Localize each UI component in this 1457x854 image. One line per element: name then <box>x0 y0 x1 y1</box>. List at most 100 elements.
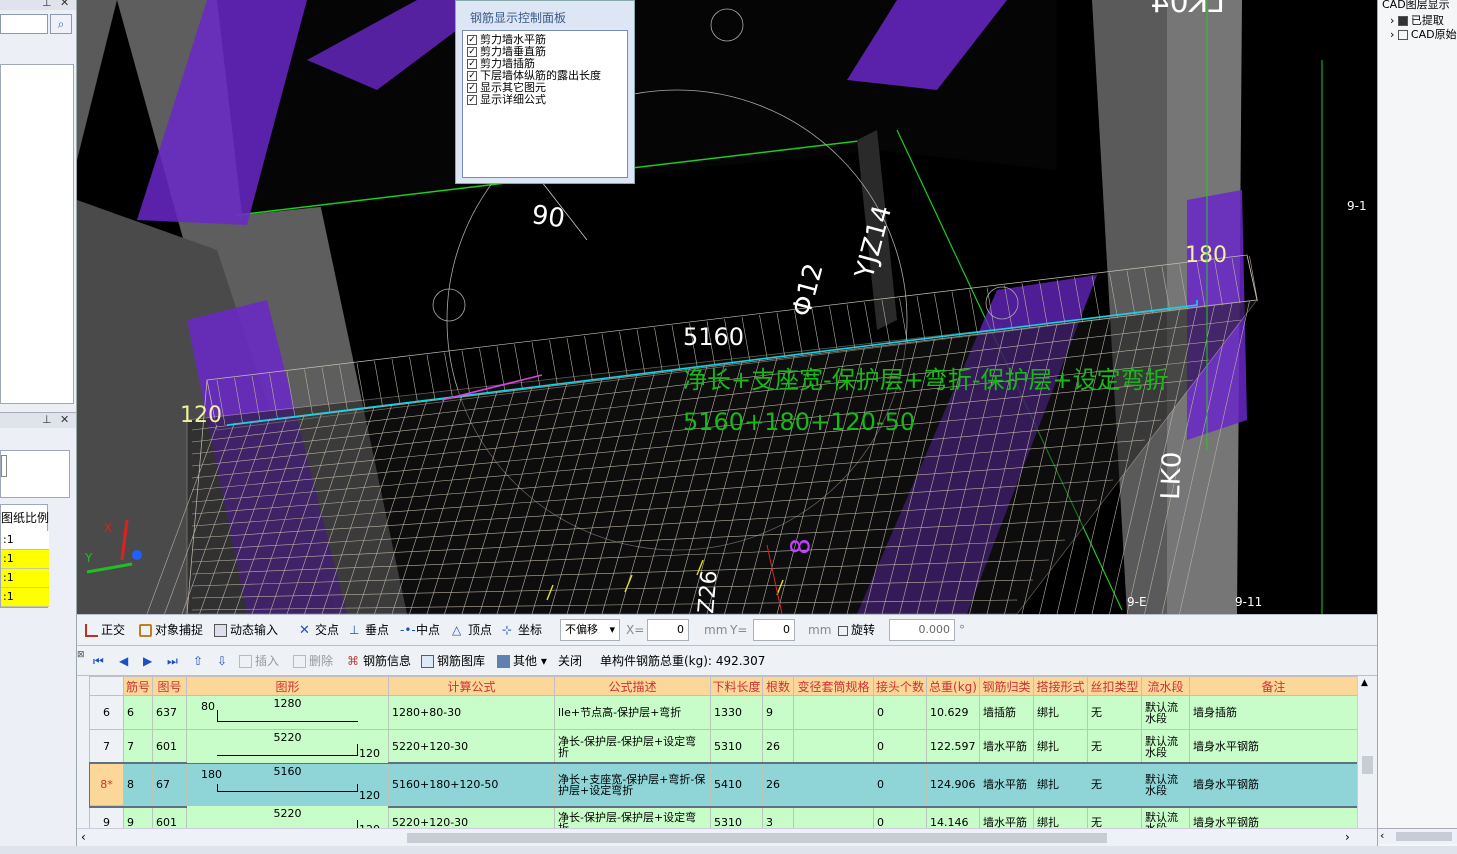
3d-viewport[interactable]: X Y 90 120 180 5160 净长+支座宽-保护层+弯折-保护层+设定… <box>77 0 1377 614</box>
scale-row[interactable]: :1 <box>1 531 49 550</box>
col-header[interactable]: 备注 <box>1189 676 1357 696</box>
move-up-icon[interactable]: ⇧ <box>193 652 203 670</box>
note-cell[interactable]: 墙身水平钢筋 <box>1189 763 1357 806</box>
col-header[interactable]: 流水段 <box>1141 676 1190 696</box>
count-cell[interactable]: 3 <box>762 805 794 828</box>
joints-cell[interactable]: 0 <box>873 763 927 806</box>
checkbox-icon[interactable]: ✓ <box>467 35 477 45</box>
lap-cell[interactable]: 绑扎 <box>1033 729 1088 764</box>
weight-cell[interactable]: 122.597 <box>926 729 980 764</box>
property-box[interactable] <box>0 450 70 498</box>
layer-item-cad[interactable]: › CAD原始 <box>1390 26 1457 42</box>
perpendicular-button[interactable]: ⊥ 垂点 <box>349 621 389 639</box>
col-header[interactable]: 计算公式 <box>388 676 555 696</box>
thread-cell[interactable]: 无 <box>1087 763 1142 806</box>
other-menu-button[interactable]: 其他 ▾ <box>497 652 547 670</box>
weight-cell[interactable]: 14.146 <box>926 805 980 828</box>
checkbox-icon[interactable] <box>838 625 848 636</box>
shape-cell[interactable]: 80 1280 <box>186 695 389 730</box>
flow-cell[interactable]: 默认流水段 <box>1141 805 1190 828</box>
thread-cell[interactable]: 无 <box>1087 729 1142 764</box>
col-header[interactable]: 根数 <box>762 676 794 696</box>
pin-icon[interactable]: ⊥ <box>42 413 52 426</box>
thread-cell[interactable]: 无 <box>1087 805 1142 828</box>
table-row[interactable]: 7 7 601 5220 120 5220+120-30 净长-保护层-保护层+设定弯折 53… <box>89 729 1357 764</box>
table-row[interactable]: 9960152201205220+120-30净长-保护层-保护层+设定弯折53… <box>89 805 1357 828</box>
col-header[interactable]: 总重(kg) <box>926 676 980 696</box>
midpoint-button[interactable]: -•-中点 <box>400 621 440 639</box>
weight-cell[interactable]: 124.906 <box>926 763 980 806</box>
row-number[interactable]: 9 <box>89 805 124 828</box>
option-exposed-length[interactable]: ✓ 下层墙体纵筋的露出长度 <box>463 70 627 82</box>
next-record-icon[interactable]: ▶ <box>143 652 152 670</box>
col-header[interactable]: 丝扣类型 <box>1087 676 1142 696</box>
vertex-button[interactable]: △ 顶点 <box>452 621 492 639</box>
coupler-cell[interactable] <box>793 695 874 730</box>
lap-cell[interactable]: 绑扎 <box>1033 695 1088 730</box>
col-header[interactable]: 下料长度 <box>710 676 763 696</box>
description-cell[interactable]: 净长-保护层-保护层+设定弯折 <box>554 805 711 828</box>
rotate-input[interactable]: 0.000 <box>889 619 955 641</box>
flow-cell[interactable]: 默认流水段 <box>1141 695 1190 730</box>
scroll-left-icon[interactable]: ‹ <box>1380 829 1384 842</box>
scale-row[interactable]: :1 <box>1 588 49 607</box>
search-input[interactable] <box>0 14 48 34</box>
scale-row[interactable]: :1 <box>1 550 49 569</box>
move-down-icon[interactable]: ⇩ <box>217 652 227 670</box>
scroll-thumb[interactable] <box>407 833 1107 843</box>
cut-length-cell[interactable]: 1330 <box>710 695 763 730</box>
note-cell[interactable]: 墙身插筋 <box>1189 695 1357 730</box>
cut-length-cell[interactable]: 5310 <box>710 729 763 764</box>
y-input[interactable]: 0 <box>753 619 795 641</box>
insert-button[interactable]: 插入 <box>239 652 279 670</box>
scale-row[interactable]: :1 <box>1 569 49 588</box>
prev-record-icon[interactable]: ◀ <box>119 652 128 670</box>
coupler-cell[interactable] <box>793 729 874 764</box>
checkbox-icon[interactable]: ✓ <box>467 47 477 57</box>
category-cell[interactable]: 墙水平筋 <box>979 763 1034 806</box>
bar-number[interactable]: 8 <box>123 763 153 806</box>
checkbox-icon[interactable]: ✓ <box>467 59 477 69</box>
table-row[interactable]: 6 6 637 80 1280 1280+80-30 lle+节点高-保护层+弯折 1330 9… <box>89 695 1357 730</box>
property-field[interactable] <box>1 455 7 477</box>
offset-select[interactable]: 不偏移 ▾ <box>560 619 620 641</box>
intersection-button[interactable]: ✕ 交点 <box>299 621 339 639</box>
row-number[interactable]: 8* <box>89 763 124 806</box>
row-number[interactable]: 6 <box>89 695 124 730</box>
flow-cell[interactable]: 默认流水段 <box>1141 763 1190 806</box>
checkbox-icon[interactable] <box>1397 16 1408 26</box>
coordinate-button[interactable]: ⊹ 坐标 <box>502 621 542 639</box>
bar-number[interactable]: 6 <box>123 695 153 730</box>
note-cell[interactable]: 墙身水平钢筋 <box>1189 729 1357 764</box>
checkbox-icon[interactable]: ✓ <box>467 83 477 93</box>
lap-cell[interactable]: 绑扎 <box>1033 763 1088 806</box>
row-number[interactable]: 7 <box>89 729 124 764</box>
close-icon[interactable]: ✕ <box>60 413 69 426</box>
lap-cell[interactable]: 绑扎 <box>1033 805 1088 828</box>
option-other-elements[interactable]: ✓ 显示其它图元 <box>463 82 627 94</box>
option-detail-formula[interactable]: ✓ 显示详细公式 <box>463 94 627 106</box>
rebar-library-button[interactable]: 钢筋图库 <box>421 652 485 670</box>
flow-cell[interactable]: 默认流水段 <box>1141 729 1190 764</box>
checkbox-icon[interactable]: ✓ <box>467 95 477 105</box>
dynamic-input-button[interactable]: 动态输入 <box>214 621 278 639</box>
shape-cell[interactable]: 5220 120 <box>186 729 389 764</box>
col-header[interactable]: 变径套筒规格 <box>793 676 874 696</box>
formula-cell[interactable]: 1280+80-30 <box>388 695 555 730</box>
joints-cell[interactable]: 0 <box>873 805 927 828</box>
close-button[interactable]: 关闭 <box>558 652 582 670</box>
figure-number[interactable]: 637 <box>152 695 187 730</box>
col-header[interactable]: 钢筋归类 <box>979 676 1034 696</box>
col-header[interactable]: 图形 <box>186 676 389 696</box>
cut-length-cell[interactable]: 5410 <box>710 763 763 806</box>
scroll-thumb[interactable] <box>1396 832 1452 841</box>
bar-number[interactable]: 7 <box>123 729 153 764</box>
count-cell[interactable]: 9 <box>762 695 794 730</box>
cut-length-cell[interactable]: 5310 <box>710 805 763 828</box>
figure-number[interactable]: 601 <box>152 805 187 828</box>
tree-list[interactable] <box>0 64 74 404</box>
option-dowel-rebar[interactable]: ✓ 剪力墙插筋 <box>463 58 627 70</box>
scroll-thumb[interactable] <box>1362 756 1373 774</box>
scroll-up-icon[interactable]: ▲ <box>1361 678 1368 688</box>
col-header[interactable]: 图号 <box>152 676 187 696</box>
